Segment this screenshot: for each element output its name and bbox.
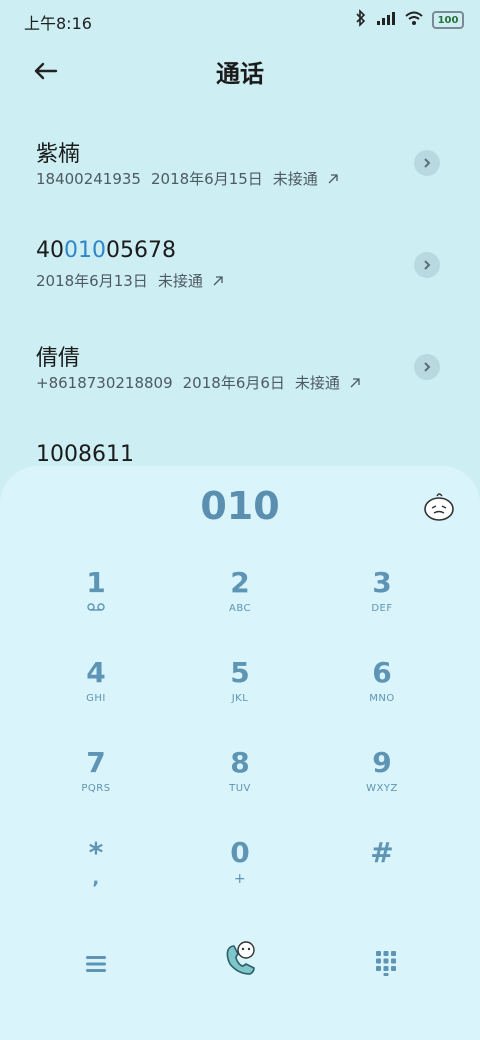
key-5[interactable]: 5 JKL — [180, 656, 300, 736]
call-detail-button[interactable] — [414, 252, 440, 278]
page-title: 通话 — [216, 60, 264, 88]
battery-icon: 100 — [432, 11, 464, 29]
key-star[interactable]: * , — [36, 836, 156, 916]
key-4[interactable]: 4 GHI — [36, 656, 156, 736]
key-letters: + — [233, 871, 247, 887]
key-digit: * — [88, 836, 104, 869]
call-item[interactable]: 4001005678 2018年6月13日 未接通 — [0, 218, 480, 320]
call-number: 18400241935 — [36, 169, 141, 188]
outgoing-call-icon — [213, 272, 223, 290]
key-letters: GHI — [86, 693, 106, 704]
key-digit: 2 — [230, 566, 250, 599]
call-detail-button[interactable] — [414, 354, 440, 380]
call-meta: 18400241935 2018年6月15日 未接通 — [36, 168, 338, 189]
key-digit: 3 — [372, 566, 392, 599]
key-letters: ABC — [228, 603, 251, 614]
call-date: 2018年6月15日 — [150, 170, 263, 188]
key-2[interactable]: 2 ABC — [180, 566, 300, 646]
call-name: 紫楠 — [36, 142, 81, 167]
key-letters: PQRS — [81, 783, 111, 794]
voicemail-icon — [36, 602, 156, 617]
key-digit: 9 — [372, 746, 392, 779]
call-item[interactable]: 倩倩 +8618730218809 2018年6月6日 未接通 — [0, 320, 480, 422]
status-bar: 上午8:16 100 — [0, 0, 480, 40]
key-1[interactable]: 1 — [36, 566, 156, 646]
chevron-right-icon — [424, 158, 431, 168]
chevron-right-icon — [424, 260, 431, 270]
call-name-part: 40 — [36, 238, 64, 263]
call-meta: +8618730218809 2018年6月6日 未接通 — [36, 372, 360, 393]
outgoing-call-icon — [328, 170, 338, 188]
battery-level: 100 — [437, 14, 459, 26]
key-letters: DEF — [371, 603, 393, 614]
call-number: +8618730218809 — [36, 373, 173, 392]
bluetooth-icon — [354, 9, 368, 31]
key-0[interactable]: 0 + — [180, 836, 300, 916]
key-digit: 7 — [86, 746, 106, 779]
key-digit: 8 — [230, 746, 250, 779]
call-list: 紫楠 18400241935 2018年6月15日 未接通 4001005678… — [0, 116, 480, 524]
dialpad-icon[interactable] — [372, 948, 400, 976]
call-status: 未接通 — [294, 374, 340, 392]
dialer-panel: 010 1 2 ABC 3 DEF 4 GHI 5 JKL 6 MNO 7 PQ… — [0, 466, 480, 1040]
key-hash[interactable]: # — [322, 836, 442, 916]
key-digit: 5 — [230, 656, 250, 689]
dialer-actions — [0, 936, 480, 996]
key-6[interactable]: 6 MNO — [322, 656, 442, 736]
key-letters: , — [92, 868, 100, 889]
call-detail-button[interactable] — [414, 150, 440, 176]
menu-icon[interactable] — [82, 950, 110, 978]
call-name-match: 010 — [64, 238, 106, 263]
sticker-icon[interactable] — [422, 490, 456, 524]
dial-input[interactable]: 010 — [0, 484, 480, 528]
status-icons: 100 — [354, 9, 464, 31]
call-name: 4001005678 — [36, 238, 176, 263]
call-meta: 2018年6月13日 未接通 — [36, 270, 223, 291]
key-3[interactable]: 3 DEF — [322, 566, 442, 646]
key-9[interactable]: 9 WXYZ — [322, 746, 442, 826]
call-status: 未接通 — [272, 170, 318, 188]
key-letters: WXYZ — [366, 783, 398, 794]
call-name: 1008611 — [36, 442, 134, 467]
call-date: 2018年6月13日 — [36, 272, 148, 290]
header: 通话 — [0, 46, 480, 94]
call-item[interactable]: 紫楠 18400241935 2018年6月15日 未接通 — [0, 116, 480, 218]
key-digit: # — [370, 836, 394, 869]
key-digit: 6 — [372, 656, 392, 689]
key-letters: MNO — [369, 693, 395, 704]
chevron-right-icon — [424, 362, 431, 372]
signal-icon — [376, 10, 396, 30]
call-status: 未接通 — [157, 272, 203, 290]
key-8[interactable]: 8 TUV — [180, 746, 300, 826]
key-digit: 4 — [86, 656, 106, 689]
phone-icon — [226, 941, 255, 975]
key-digit: 1 — [86, 566, 106, 599]
outgoing-call-icon — [350, 374, 360, 392]
wifi-icon — [404, 10, 424, 30]
call-date: 2018年6月6日 — [182, 374, 285, 392]
call-button[interactable] — [218, 936, 262, 980]
status-time: 上午8:16 — [24, 14, 92, 33]
key-digit: 0 — [230, 836, 250, 869]
call-name-part: 05678 — [106, 238, 176, 263]
key-7[interactable]: 7 PQRS — [36, 746, 156, 826]
key-letters: TUV — [229, 783, 251, 794]
call-name: 倩倩 — [36, 346, 81, 371]
key-letters: JKL — [231, 693, 249, 704]
